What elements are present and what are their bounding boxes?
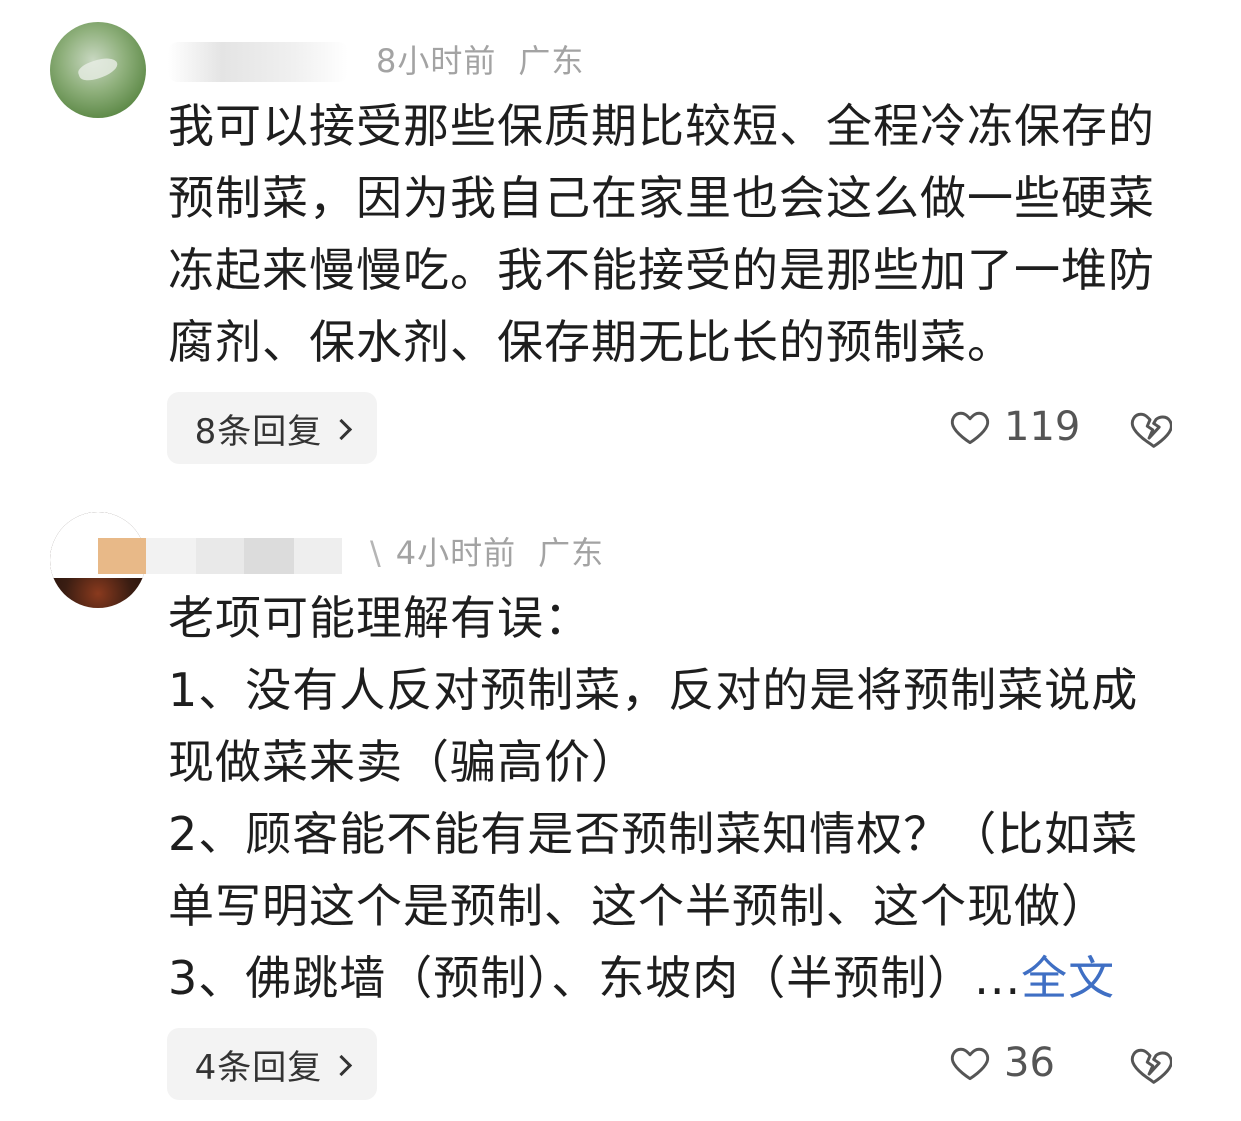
view-replies-button[interactable]: 4条回复: [167, 1028, 377, 1100]
comment-line: 老项可能理解有误：: [168, 591, 591, 645]
view-replies-button[interactable]: 8条回复: [167, 392, 377, 464]
comment-line-last: 3、佛跳墙（预制）、东坡肉（半预制）...全文: [168, 942, 1188, 1014]
expand-full-text-link[interactable]: 全文: [1021, 951, 1115, 1005]
username-redacted: [168, 42, 348, 82]
chevron-right-icon: [331, 1054, 353, 1076]
comment-line: 腐剂、保水剂、保存期无比长的预制菜。: [168, 315, 1014, 369]
comment-time: 4小时前: [395, 534, 517, 572]
like-count: 119: [1004, 404, 1081, 450]
chevron-right-icon: [331, 418, 353, 440]
comment-time: 8小时前: [376, 42, 497, 80]
comment-line: 冻起来慢慢吃。我不能接受的是那些加了一堆防: [168, 243, 1155, 297]
comment-line: 我可以接受那些保质期比较短、全程冷冻保存的: [168, 99, 1155, 153]
like-button[interactable]: 36: [948, 1040, 1055, 1086]
heart-outline-icon: [950, 411, 990, 445]
comment-location: 广东: [538, 534, 605, 572]
like-button[interactable]: 119: [948, 404, 1080, 450]
replies-label: 8条回复: [194, 411, 323, 452]
dislike-button[interactable]: [1128, 1042, 1173, 1090]
comment-line: 现做菜来卖（骗高价）: [168, 735, 638, 789]
dislike-button[interactable]: [1128, 406, 1173, 454]
comment-line: 单写明这个是预制、这个半预制、这个现做）: [168, 879, 1108, 933]
comment-meta: \ 4小时前 广东: [370, 534, 605, 572]
broken-heart-icon: [1130, 412, 1173, 448]
username-redacted: [98, 538, 342, 578]
like-count: 36: [1004, 1040, 1055, 1086]
comment-line: 预制菜，因为我自己在家里也会这么做一些硬菜: [168, 171, 1155, 225]
user-avatar[interactable]: [50, 22, 146, 118]
broken-heart-icon: [1130, 1048, 1173, 1084]
comment-line-text: 3、佛跳墙（预制）、东坡肉（半预制）...: [168, 951, 1022, 1005]
comment-meta: 8小时前 广东: [376, 36, 606, 82]
comment-location: 广东: [518, 42, 585, 80]
comment-line: 2、顾客能不能有是否预制菜知情权？（比如菜: [168, 807, 1139, 861]
heart-outline-icon: [950, 1047, 990, 1081]
comment-body[interactable]: 老项可能理解有误： 1、没有人反对预制菜，反对的是将预制菜说成 现做菜来卖（骗高…: [168, 582, 1188, 1014]
comment-body[interactable]: 我可以接受那些保质期比较短、全程冷冻保存的 预制菜，因为我自己在家里也会这么做一…: [168, 90, 1188, 378]
avatar-image: [76, 53, 120, 85]
replies-label: 4条回复: [194, 1047, 323, 1088]
comment-line: 1、没有人反对预制菜，反对的是将预制菜说成: [168, 663, 1139, 717]
